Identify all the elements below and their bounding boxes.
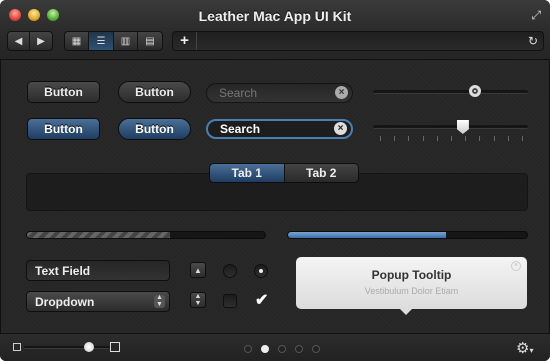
zoom-slider-track[interactable] (24, 346, 110, 349)
slider-tick (522, 136, 523, 141)
slider-track[interactable] (373, 90, 528, 94)
slider-tick (479, 136, 481, 141)
tab-1[interactable]: Tab 1 (210, 164, 284, 182)
add-button[interactable]: + (173, 32, 197, 50)
search-input-active[interactable]: Search × (206, 119, 353, 139)
address-bar[interactable]: + ↻ (172, 31, 544, 51)
page-dot[interactable] (244, 345, 252, 353)
zoom-out-icon[interactable] (13, 343, 21, 351)
page-dot[interactable] (312, 345, 320, 353)
chevron-right-icon[interactable]: ▶ (30, 32, 52, 50)
dropdown-select[interactable]: Dropdown ▲ ▼ (26, 291, 170, 312)
slider-tick (408, 136, 410, 141)
ticked-slider-track[interactable] (373, 125, 528, 129)
slider-tick (451, 136, 452, 141)
tab-bar: Tab 1 Tab 2 (209, 163, 359, 183)
blue-progress-bar (287, 231, 528, 239)
slider-tick (380, 136, 381, 141)
slider-tick (436, 136, 438, 141)
coverflow-view-icon[interactable]: ▤ (138, 32, 162, 50)
clear-search-icon[interactable]: × (334, 122, 347, 135)
dropdown-label: Dropdown (35, 294, 95, 309)
view-segment: ▦ ☰ ▥ ▤ (64, 31, 163, 51)
slider-tick (493, 136, 495, 141)
app-window: Leather Mac App UI Kit ⤢ ◀ ▶ ▦ ☰ ▥ ▤ + ↻… (0, 0, 550, 361)
button-rect[interactable]: Button (27, 81, 100, 103)
text-field[interactable]: Text Field (26, 260, 170, 281)
stepper-button[interactable]: ▲ ▼ (190, 292, 206, 308)
list-view-icon[interactable]: ☰ (89, 32, 114, 50)
page-dot[interactable] (261, 345, 269, 353)
button-rounded[interactable]: Button (118, 81, 191, 103)
reload-icon[interactable]: ↻ (528, 34, 538, 48)
striped-progress-fill (27, 232, 170, 238)
zoom-slider-knob[interactable] (83, 342, 94, 352)
tab-2[interactable]: Tab 2 (283, 164, 358, 182)
slider-tick (394, 136, 396, 141)
striped-progress-bar (26, 231, 266, 239)
popup-tooltip: × Popup Tooltip Vestibulum Dolor Etiam (296, 257, 527, 315)
button-rect-blue[interactable]: Button (27, 118, 100, 140)
nav-segment: ◀ ▶ (7, 31, 53, 51)
slider-knob[interactable] (469, 85, 482, 97)
page-dot[interactable] (278, 345, 286, 353)
updown-arrows-icon: ▲ ▼ (154, 294, 165, 308)
title-bar: Leather Mac App UI Kit ⤢ ◀ ▶ ▦ ☰ ▥ ▤ + ↻ (0, 0, 550, 60)
column-view-icon[interactable]: ▥ (114, 32, 138, 50)
chevron-left-icon[interactable]: ◀ (8, 32, 30, 50)
clear-search-icon[interactable]: × (335, 86, 348, 99)
button-rounded-blue[interactable]: Button (118, 118, 191, 140)
checkmark-icon[interactable]: ✔ (255, 290, 268, 310)
search-input[interactable]: Search × (206, 83, 353, 103)
blue-progress-fill (288, 232, 446, 238)
slider-tick (422, 136, 424, 141)
radio-off[interactable] (223, 264, 237, 278)
fullscreen-icon[interactable]: ⤢ (531, 8, 541, 23)
slider-tick (465, 136, 467, 141)
gear-icon[interactable]: ⚙▾ (516, 339, 533, 357)
slider-tick (507, 136, 509, 141)
search-value: Search (220, 122, 261, 136)
icon-view-icon[interactable]: ▦ (65, 32, 89, 50)
ticked-slider-knob[interactable] (456, 120, 469, 134)
window-title: Leather Mac App UI Kit (198, 8, 352, 24)
search-placeholder: Search (219, 86, 258, 100)
checkbox-off[interactable] (223, 294, 237, 308)
radio-on[interactable] (254, 264, 268, 278)
tooltip-title: Popup Tooltip (371, 268, 452, 282)
zoom-in-icon[interactable] (110, 342, 120, 352)
disclosure-button[interactable]: ▲ (190, 262, 206, 278)
tooltip-subtitle: Vestibulum Dolor Etiam (364, 286, 459, 296)
page-dot[interactable] (295, 345, 303, 353)
close-icon[interactable]: × (511, 261, 521, 271)
